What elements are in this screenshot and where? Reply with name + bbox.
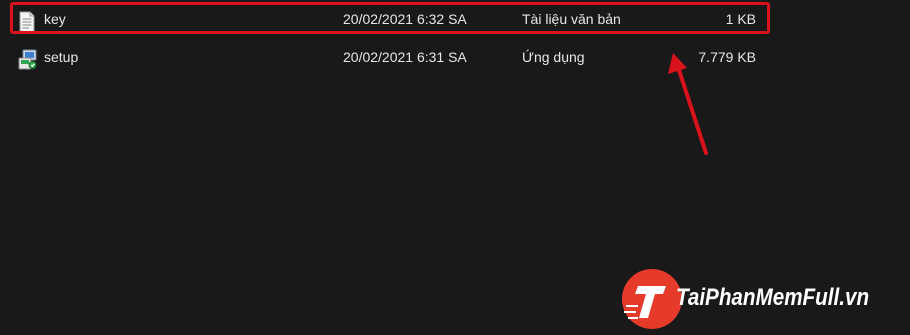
watermark-text: TaiPhanMemFull.vn (676, 284, 870, 311)
watermark-logo-icon (621, 269, 682, 329)
text-document-icon (18, 11, 38, 33)
file-row-key[interactable]: key 20/02/2021 6:32 SA Tài liệu văn bản … (10, 2, 770, 36)
file-type: Tài liệu văn bản (522, 11, 621, 27)
file-name: setup (44, 49, 79, 65)
file-date-modified: 20/02/2021 6:31 SA (343, 49, 467, 65)
file-date-modified: 20/02/2021 6:32 SA (343, 11, 467, 27)
file-explorer-list: key 20/02/2021 6:32 SA Tài liệu văn bản … (0, 0, 910, 335)
red-arrow-annotation (668, 53, 708, 155)
watermark: TaiPhanMemFull.vn (620, 260, 910, 335)
file-name: key (44, 11, 66, 27)
file-row-setup[interactable]: setup 20/02/2021 6:31 SA Ứng dụng 7.779 … (10, 40, 770, 74)
installer-icon (18, 49, 38, 71)
file-type: Ứng dụng (522, 49, 585, 65)
file-size: 1 KB (725, 11, 756, 27)
